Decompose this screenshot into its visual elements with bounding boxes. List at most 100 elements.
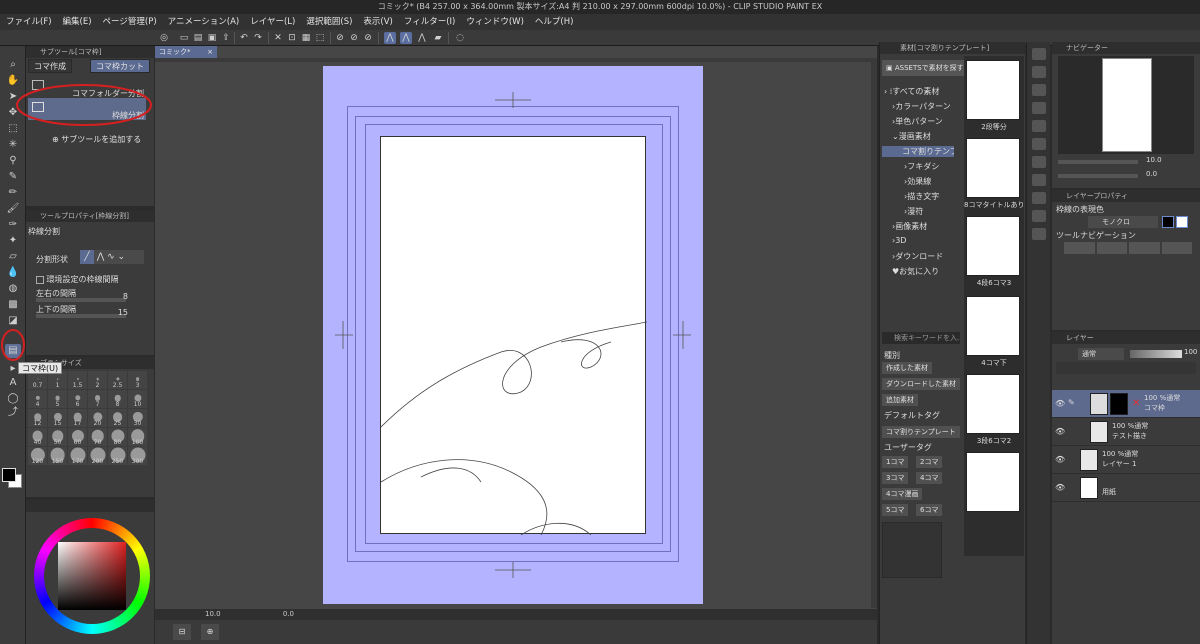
tool-nav-button-3[interactable] <box>1129 242 1160 254</box>
brush-size-cell[interactable]: 200 <box>88 447 107 465</box>
tool-nav-button-1[interactable] <box>1064 242 1095 254</box>
tree-effect-lines[interactable]: ›効果線 <box>904 176 931 187</box>
mono-black-swatch[interactable] <box>1162 216 1174 228</box>
brush-tool-icon[interactable]: 🖌 <box>5 202 21 216</box>
hue-ring[interactable] <box>34 518 150 634</box>
brush-size-cell[interactable]: 25 <box>108 409 127 427</box>
user-tag-4koma[interactable]: 4コマ漫画 <box>882 488 923 500</box>
user-tag-1[interactable]: 1コマ <box>882 456 909 468</box>
tree-image-material[interactable]: ›画像素材 <box>892 221 927 232</box>
tb-spacing-value[interactable]: 15 <box>98 308 128 317</box>
rail-icon-6[interactable] <box>1032 138 1046 150</box>
brush-size-cell[interactable]: 120 <box>28 447 47 465</box>
layer-row-frame[interactable]: 👁 ✎ ✕ 100 %通常 コマ枠 <box>1052 390 1200 418</box>
tree-sound-effects[interactable]: ›描き文字 <box>904 191 939 202</box>
clear-icon[interactable]: ✕ <box>272 32 284 44</box>
rail-icon-5[interactable] <box>1032 120 1046 132</box>
snap-special-icon[interactable]: ⊘ <box>362 32 374 44</box>
auto-select-tool-icon[interactable]: ✳ <box>5 138 21 152</box>
open-file-icon[interactable]: ▤ <box>192 32 204 44</box>
zoom-value[interactable]: 10.0 <box>205 610 221 618</box>
menu-file[interactable]: ファイル(F) <box>6 14 52 30</box>
manga-page[interactable] <box>323 66 703 604</box>
menu-animation[interactable]: アニメーション(A) <box>168 14 240 30</box>
main-color-swatch[interactable] <box>2 468 16 482</box>
rail-icon-3[interactable] <box>1032 84 1046 96</box>
document-tab[interactable]: コミック* × <box>155 46 217 58</box>
tree-3d[interactable]: ›3D <box>892 236 906 245</box>
clip-studio-icon[interactable]: ◎ <box>158 32 170 44</box>
blend-tool-icon[interactable]: 💧 <box>5 266 21 280</box>
brush-size-cell[interactable]: 1.5 <box>68 371 87 389</box>
gradient-tool-icon[interactable]: ▩ <box>5 298 21 312</box>
snap-to-frame-icon[interactable]: ▰ <box>432 32 444 44</box>
tool-nav-button-4[interactable] <box>1161 242 1192 254</box>
brush-size-cell[interactable]: 150 <box>48 447 67 465</box>
blend-mode-select[interactable]: 通常 <box>1078 348 1124 360</box>
brush-size-cell[interactable]: 80 <box>108 428 127 446</box>
template-thumb-3[interactable] <box>966 216 1020 276</box>
menu-edit[interactable]: 編集(E) <box>63 14 92 30</box>
template-thumb-4[interactable] <box>966 296 1020 356</box>
brush-size-cell[interactable]: 8 <box>108 390 127 408</box>
tool-nav-button-2[interactable] <box>1096 242 1127 254</box>
brush-size-cell[interactable]: 250 <box>108 447 127 465</box>
rail-icon-9[interactable] <box>1032 192 1046 204</box>
add-subtool-button[interactable]: ⊕ サブツールを追加する <box>52 134 141 145</box>
navigator-view-icon[interactable]: ⊕ <box>201 624 219 640</box>
split-shape-selector[interactable]: ╱ ⋀ ∿ ⌄ <box>80 250 144 264</box>
eye-icon[interactable]: 👁 <box>1055 427 1065 436</box>
brush-size-cell[interactable]: 5 <box>48 390 67 408</box>
panel-frame[interactable] <box>380 136 647 535</box>
saturation-square[interactable] <box>58 542 126 610</box>
brush-size-cell[interactable]: 15 <box>48 409 67 427</box>
menu-page[interactable]: ページ管理(P) <box>103 14 157 30</box>
user-tag-5[interactable]: 5コマ <box>882 504 909 516</box>
brush-size-cell[interactable]: 2.5 <box>108 371 127 389</box>
eye-icon[interactable]: 👁 <box>1055 483 1065 492</box>
tree-manga-material[interactable]: ⌄漫画素材 <box>892 131 931 142</box>
airbrush-tool-icon[interactable]: ✑ <box>5 218 21 232</box>
timelapse-icon[interactable]: ◌ <box>454 32 466 44</box>
pen-tool-icon[interactable]: ✎ <box>5 170 21 184</box>
tree-manpu[interactable]: ›漫符 <box>904 206 923 217</box>
env-spacing-checkbox[interactable]: 環境設定の枠線間隔 <box>36 274 119 285</box>
redo-icon[interactable]: ↷ <box>252 32 264 44</box>
brush-size-cell[interactable]: 300 <box>128 447 147 465</box>
template-thumb-1[interactable] <box>966 60 1020 120</box>
tree-balloon[interactable]: ›フキダシ <box>904 161 939 172</box>
user-tag-4[interactable]: 4コマ <box>916 472 943 484</box>
navigator-angle-value[interactable]: 0.0 <box>1146 170 1157 178</box>
rail-icon-8[interactable] <box>1032 174 1046 186</box>
material-search-input[interactable]: 検索キーワードを入... <box>882 332 960 344</box>
tree-all-materials[interactable]: › ⁞すべての素材 <box>884 86 939 97</box>
user-tag-2[interactable]: 2コマ <box>916 456 943 468</box>
pencil-tool-icon[interactable]: ✏ <box>5 186 21 200</box>
rail-icon-11[interactable] <box>1032 228 1046 240</box>
menu-view[interactable]: 表示(V) <box>363 14 392 30</box>
lr-spacing-value[interactable]: 8 <box>98 292 128 301</box>
save-icon[interactable]: ▣ <box>206 32 218 44</box>
color-mode-select[interactable]: モノクロ <box>1088 216 1158 228</box>
snap-ruler-icon[interactable]: ⊘ <box>348 32 360 44</box>
brush-size-cell[interactable]: 20 <box>88 409 107 427</box>
export-icon[interactable]: ⇪ <box>220 32 232 44</box>
brush-size-cell[interactable]: 2 <box>88 371 107 389</box>
balloon-tool-icon[interactable]: ◯ <box>5 392 21 406</box>
user-tag-3[interactable]: 3コマ <box>882 472 909 484</box>
tree-download[interactable]: ›ダウンロード <box>892 251 943 262</box>
brush-size-cell[interactable]: 70 <box>88 428 107 446</box>
eye-icon[interactable]: 👁 <box>1055 399 1065 408</box>
layer-row-layer1[interactable]: 👁 100 %通常 レイヤー 1 <box>1052 446 1200 474</box>
snap-off-icon[interactable]: ⊘ <box>334 32 346 44</box>
template-thumb-2[interactable] <box>966 138 1020 198</box>
category-created[interactable]: 作成した素材 <box>882 362 932 374</box>
selection-icon[interactable]: ⬚ <box>314 32 326 44</box>
rail-icon-10[interactable] <box>1032 210 1046 222</box>
rail-icon-4[interactable] <box>1032 102 1046 114</box>
brush-size-cell[interactable]: 30 <box>128 409 147 427</box>
eyedropper-tool-icon[interactable]: ⚲ <box>5 154 21 168</box>
rail-icon-7[interactable] <box>1032 156 1046 168</box>
fill-icon[interactable]: ▦ <box>300 32 312 44</box>
close-tab-icon[interactable]: × <box>207 46 213 58</box>
